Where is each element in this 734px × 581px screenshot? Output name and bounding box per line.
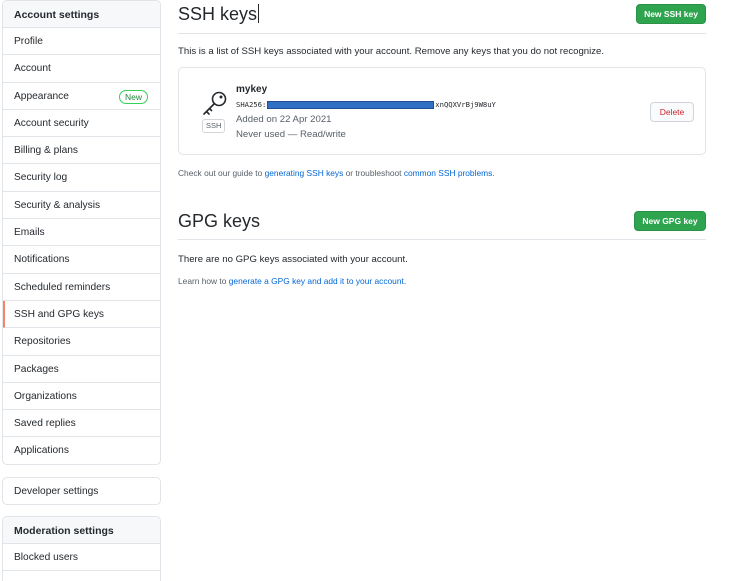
sidebar-item-saved-replies[interactable]: Saved replies: [3, 410, 160, 438]
sidebar-item-label: SSH and GPG keys: [14, 308, 105, 320]
sidebar-item-label: Applications: [14, 445, 69, 457]
sidebar-item-blocked-users[interactable]: Blocked users: [3, 544, 160, 572]
ssh-key-card: SSH mykey SHA256: xnQQXVrBj9W8uY Added o…: [178, 67, 706, 155]
fingerprint-prefix: SHA256:: [236, 100, 267, 109]
guide-text-post: .: [492, 168, 495, 178]
ssh-divider: [178, 33, 706, 34]
account-settings-header: Account settings: [3, 1, 160, 28]
key-name: mykey: [236, 84, 268, 95]
sidebar-item-label: Notifications: [14, 254, 70, 266]
key-fingerprint: SHA256: xnQQXVrBj9W8uY: [236, 100, 496, 109]
moderation-settings-menu: Moderation settings Blocked users: [2, 516, 161, 581]
sidebar-item-repositories[interactable]: Repositories: [3, 328, 160, 356]
sidebar-item-label: Developer settings: [14, 486, 99, 497]
sidebar-item-notifications[interactable]: Notifications: [3, 246, 160, 274]
sidebar-item-packages[interactable]: Packages: [3, 356, 160, 383]
sidebar-item-label: Account: [14, 63, 51, 75]
delete-key-button[interactable]: Delete: [650, 102, 694, 122]
gpg-learn-text: Learn how to generate a GPG key and add …: [178, 276, 406, 286]
generate-gpg-key-link[interactable]: generate a GPG key and add it to your ac…: [229, 276, 404, 286]
ssh-guide-text: Check out our guide to generating SSH ke…: [178, 168, 495, 178]
sidebar-item-profile[interactable]: Profile: [3, 28, 160, 56]
new-ssh-key-button[interactable]: New SSH key: [636, 4, 706, 24]
sidebar-item-label: Blocked users: [14, 552, 78, 563]
sidebar-item-ssh-gpg-keys[interactable]: SSH and GPG keys: [3, 300, 160, 329]
sidebar-item-security-log[interactable]: Security log: [3, 164, 160, 192]
new-badge: New: [118, 89, 148, 104]
key-usage: Never used — Read/write: [236, 129, 346, 140]
sidebar-item-label: Billing & plans: [14, 145, 78, 157]
sidebar-item-applications[interactable]: Applications: [3, 437, 160, 464]
sidebar-item-label: Emails: [14, 227, 45, 239]
sidebar-item-developer-settings[interactable]: Developer settings: [3, 478, 160, 504]
sidebar-item-label: Organizations: [14, 390, 77, 402]
sidebar-item-label: Saved replies: [14, 418, 76, 430]
sidebar-item-label: Appearance: [14, 90, 69, 102]
gpg-keys-title: GPG keys: [178, 211, 261, 231]
learn-text-pre: Learn how to: [178, 276, 229, 286]
sidebar-item-label: Profile: [14, 36, 43, 47]
redaction-bar: [267, 100, 435, 109]
ssh-keys-title: SSH keys: [178, 4, 260, 25]
sidebar-item-label: Security log: [14, 172, 68, 184]
sidebar-item-emails[interactable]: Emails: [3, 219, 160, 247]
text-cursor: [258, 4, 260, 23]
sidebar-item-account-security[interactable]: Account security: [3, 110, 160, 138]
sidebar-item-label: Repositories: [14, 336, 71, 348]
learn-text-post: .: [403, 276, 407, 286]
ssh-description: This is a list of SSH keys associated wi…: [178, 46, 605, 57]
moderation-settings-header: Moderation settings: [3, 517, 160, 544]
gpg-empty-message: There are no GPG keys associated with yo…: [178, 254, 408, 265]
sidebar-item-appearance[interactable]: Appearance New: [3, 83, 160, 110]
sidebar-item-account[interactable]: Account: [3, 55, 160, 83]
sidebar-item-label: Packages: [14, 363, 59, 375]
ssh-keys-title-text: SSH keys: [178, 4, 258, 24]
ssh-type-label: SSH: [202, 119, 226, 133]
sidebar-item-security-analysis[interactable]: Security & analysis: [3, 192, 160, 220]
gpg-divider: [178, 239, 706, 240]
key-icon: [203, 91, 227, 115]
common-ssh-problems-link[interactable]: common SSH problems: [404, 168, 492, 178]
sidebar-item-label: Account security: [14, 117, 89, 129]
developer-settings-menu: Developer settings: [2, 477, 161, 505]
sidebar-item-label: Scheduled reminders: [14, 281, 111, 293]
account-settings-menu: Account settings Profile Account Appeara…: [2, 0, 161, 465]
generating-ssh-keys-link[interactable]: generating SSH keys: [265, 168, 344, 178]
sidebar-item-billing[interactable]: Billing & plans: [3, 137, 160, 165]
fingerprint-suffix: xnQQXVrBj9W8uY: [435, 100, 496, 109]
sidebar-item-organizations[interactable]: Organizations: [3, 383, 160, 411]
sidebar-item-scheduled-reminders[interactable]: Scheduled reminders: [3, 274, 160, 301]
key-added-date: Added on 22 Apr 2021: [236, 114, 332, 125]
new-gpg-key-button[interactable]: New GPG key: [634, 211, 706, 231]
guide-text-pre: Check out our guide to: [178, 168, 265, 178]
sidebar-item-label: Security & analysis: [14, 199, 101, 211]
guide-text-mid: or troubleshoot: [343, 168, 404, 178]
